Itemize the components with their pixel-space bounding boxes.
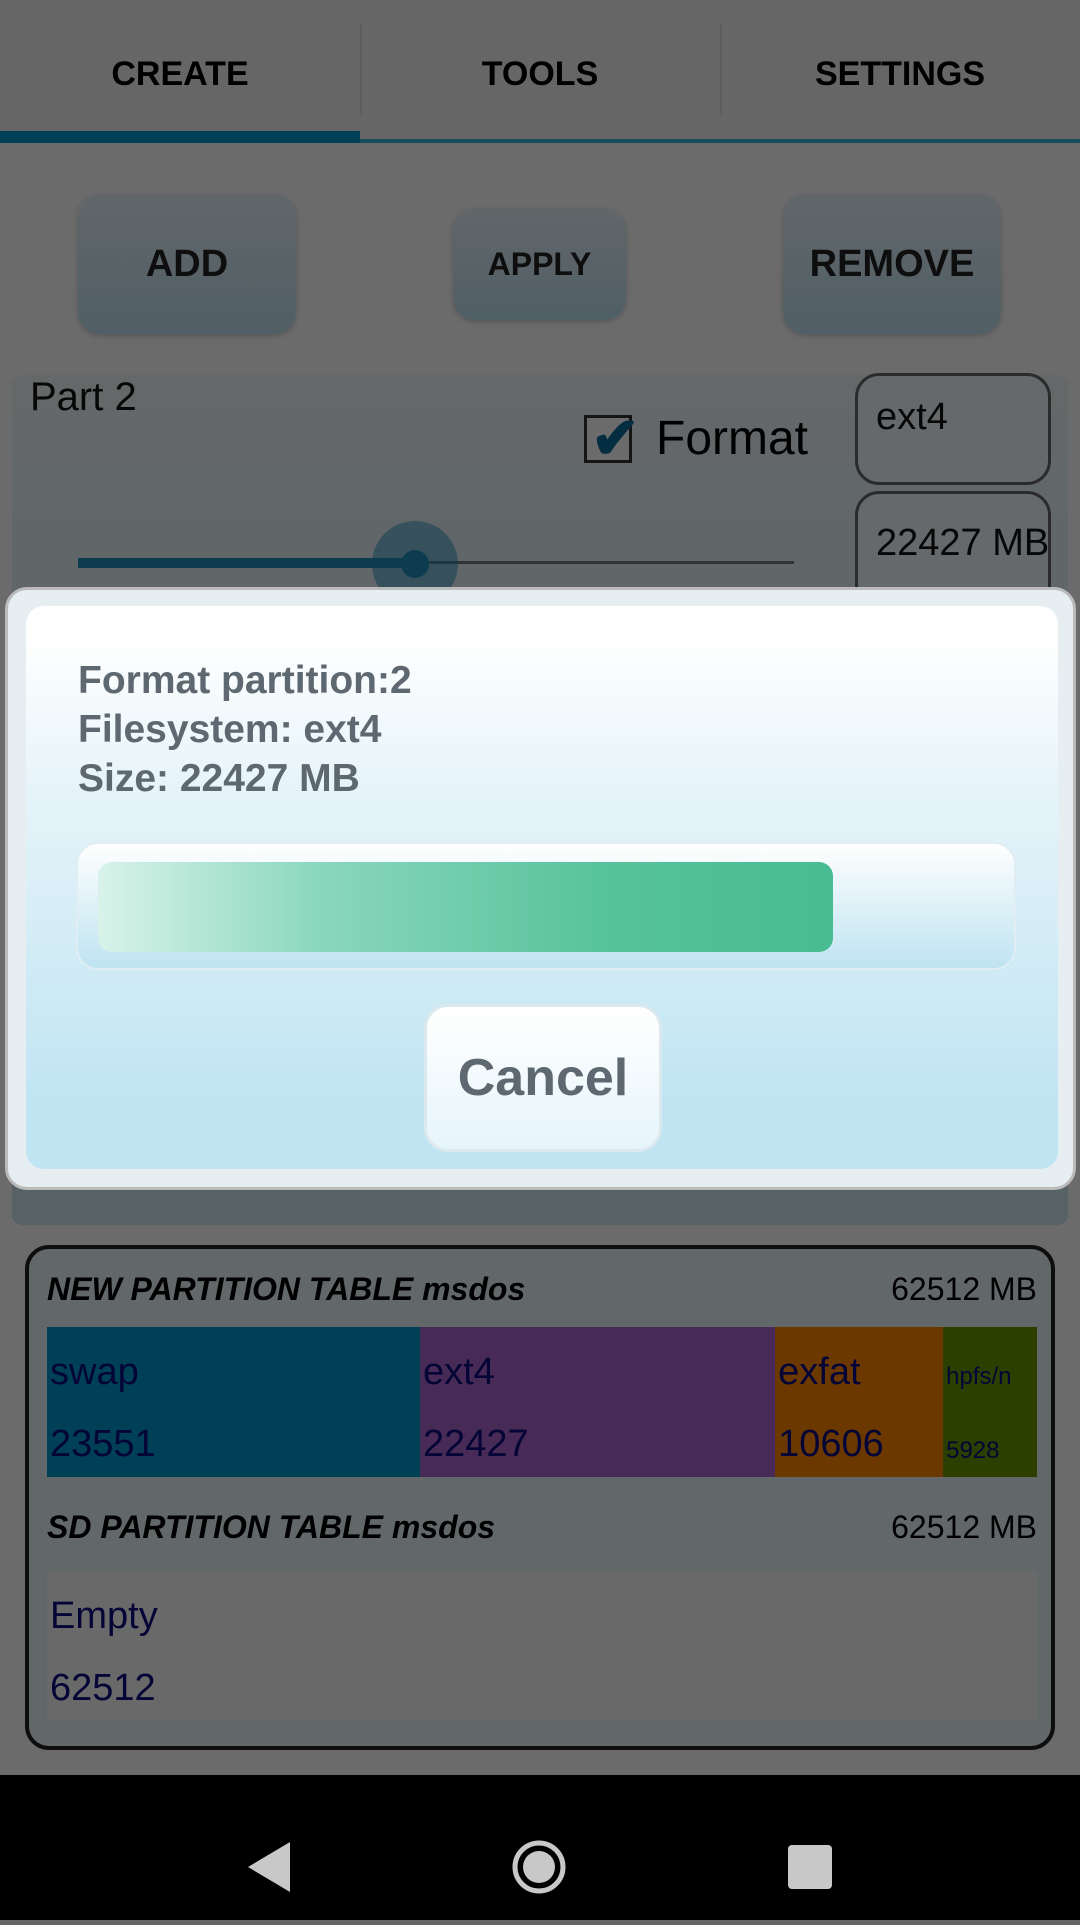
recents-icon[interactable] <box>788 1845 832 1889</box>
remove-button[interactable]: REMOVE <box>783 194 1001 334</box>
add-button[interactable]: ADD <box>78 194 296 334</box>
tab-bar: CREATE TOOLS SETTINGS <box>0 0 1080 143</box>
segment-ext4[interactable]: ext4 22427 <box>419 1327 776 1477</box>
progress-bar <box>76 842 1016 970</box>
new-partition-bar: swap 23551 ext4 22427 exfat 10606 hpfs/n 592… <box>47 1327 1037 1477</box>
sd-table-header: SD PARTITION TABLE msdos 62512 MB <box>47 1509 1037 1546</box>
back-icon[interactable] <box>248 1842 290 1892</box>
toolbar: ADD APPLY REMOVE <box>0 190 1080 340</box>
partition-tables: NEW PARTITION TABLE msdos 62512 MB swap 2… <box>25 1245 1055 1750</box>
tab-create[interactable]: CREATE <box>0 0 360 143</box>
partition-name: Part 2 <box>30 375 137 419</box>
sd-segment-empty[interactable]: Empty 62512 <box>47 1571 1037 1721</box>
format-label: Format <box>656 412 809 465</box>
sd-table-size: 62512 MB <box>891 1509 1037 1545</box>
cancel-button[interactable]: Cancel <box>424 1004 662 1152</box>
segment-exfat[interactable]: exfat 10606 <box>775 1327 944 1477</box>
segment-value: 22427 <box>422 1423 529 1465</box>
size-slider-fill <box>78 558 415 568</box>
segment-value: 23551 <box>50 1423 156 1465</box>
dialog-message: Format partition:2 Filesystem: ext4 Size… <box>78 656 412 803</box>
format-checkbox[interactable]: ✔ <box>584 406 640 471</box>
nav-icons <box>248 1840 832 1894</box>
segment-label: swap <box>50 1351 139 1393</box>
new-table-header: NEW PARTITION TABLE msdos 62512 MB <box>47 1271 1037 1308</box>
dialog-partition-line: Format partition:2 <box>78 659 412 702</box>
segment-swap[interactable]: swap 23551 <box>47 1327 420 1477</box>
segment-label: ext4 <box>422 1351 495 1393</box>
segment-value: 5928 <box>946 1437 1000 1464</box>
new-table-title: NEW PARTITION TABLE msdos <box>47 1271 526 1307</box>
filesystem-select[interactable]: ext4 <box>855 373 1051 485</box>
segment-label: exfat <box>778 1351 861 1393</box>
dialog-size-line: Size: 22427 MB <box>78 757 360 800</box>
new-table-size: 62512 MB <box>891 1271 1037 1307</box>
segment-label: hpfs/n <box>946 1363 1012 1390</box>
home-icon[interactable] <box>512 1840 566 1894</box>
dialog-filesystem-line: Filesystem: ext4 <box>78 708 382 751</box>
segment-value: 10606 <box>778 1423 884 1465</box>
segment-value: 62512 <box>50 1667 156 1709</box>
apply-button[interactable]: APPLY <box>453 208 626 320</box>
tab-settings[interactable]: SETTINGS <box>720 0 1080 143</box>
checkmark-icon: ✔ <box>591 406 640 471</box>
tab-tools[interactable]: TOOLS <box>360 0 720 143</box>
format-progress-dialog: Format partition:2 Filesystem: ext4 Size… <box>5 587 1076 1190</box>
segment-hpfs[interactable]: hpfs/n 5928 <box>943 1327 1037 1477</box>
sd-table-title: SD PARTITION TABLE msdos <box>47 1509 496 1545</box>
segment-label: Empty <box>50 1595 158 1637</box>
navigation-bar <box>0 1775 1080 1920</box>
progress-fill <box>98 862 833 952</box>
dialog-body: Format partition:2 Filesystem: ext4 Size… <box>26 606 1058 1169</box>
